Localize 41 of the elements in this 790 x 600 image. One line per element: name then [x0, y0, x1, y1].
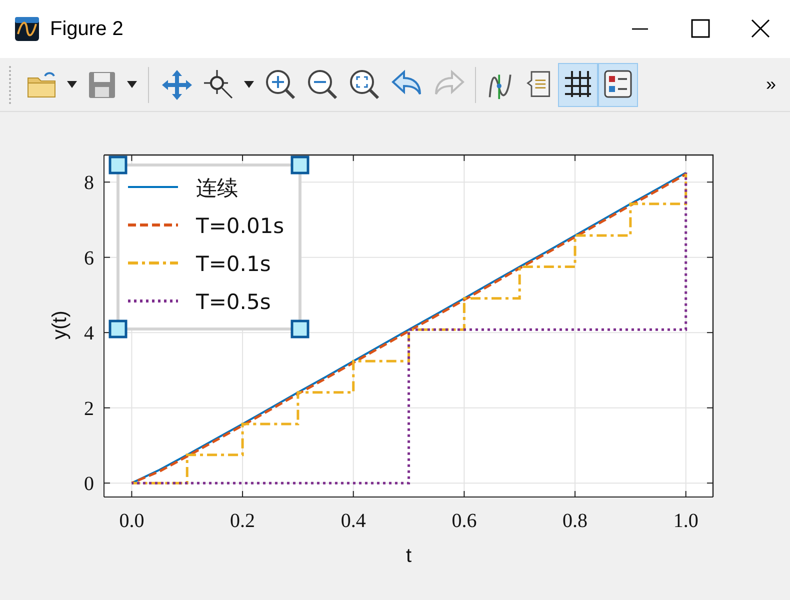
tick-label: 0.8 — [562, 510, 588, 532]
tick-label: 0.6 — [452, 510, 477, 532]
minimize-icon — [631, 26, 649, 31]
y-axis-label: y(t) — [49, 310, 71, 340]
resize-handle[interactable] — [108, 320, 128, 338]
legend-label: 连续 — [196, 176, 238, 200]
legend-line-sample — [128, 300, 178, 302]
tick-label: 0.4 — [340, 510, 366, 532]
app-icon — [14, 16, 40, 42]
zoom-in-icon — [263, 68, 297, 102]
zoom-out-icon — [305, 68, 339, 102]
x-axis-label: t — [406, 545, 412, 567]
tick-label: 0.2 — [230, 510, 256, 532]
legend-button[interactable] — [598, 62, 638, 106]
caret-icon — [66, 81, 78, 88]
caret-icon — [243, 81, 255, 88]
grid-button[interactable] — [558, 62, 598, 106]
legend-label: T=0.1s — [196, 252, 271, 276]
window-title: Figure 2 — [50, 17, 124, 42]
legend-line-sample — [128, 224, 178, 226]
maximize-icon — [690, 19, 710, 38]
resize-handle[interactable] — [290, 156, 310, 174]
tick-label: 4 — [84, 322, 94, 345]
tick-label: 1.0 — [673, 510, 698, 532]
legend-label: T=0.5s — [196, 290, 271, 314]
close-icon — [750, 19, 770, 38]
resize-handle[interactable] — [108, 156, 128, 174]
legend-line-sample — [128, 262, 178, 264]
tick-label: 2 — [84, 398, 94, 420]
tick-label: 8 — [84, 172, 94, 194]
tick-label: 0 — [84, 473, 94, 496]
caret-icon — [126, 81, 138, 88]
tick-label: 6 — [84, 247, 94, 270]
tick-label: 0.0 — [119, 510, 144, 532]
legend-box[interactable] — [116, 164, 302, 330]
crosshair-icon — [201, 68, 235, 102]
resize-handle[interactable] — [290, 320, 310, 338]
zoom-fit-icon — [347, 68, 381, 102]
more-tools-button[interactable]: » — [760, 70, 782, 99]
legend-line-sample — [128, 186, 178, 188]
legend-label: T=0.01s — [196, 214, 284, 238]
